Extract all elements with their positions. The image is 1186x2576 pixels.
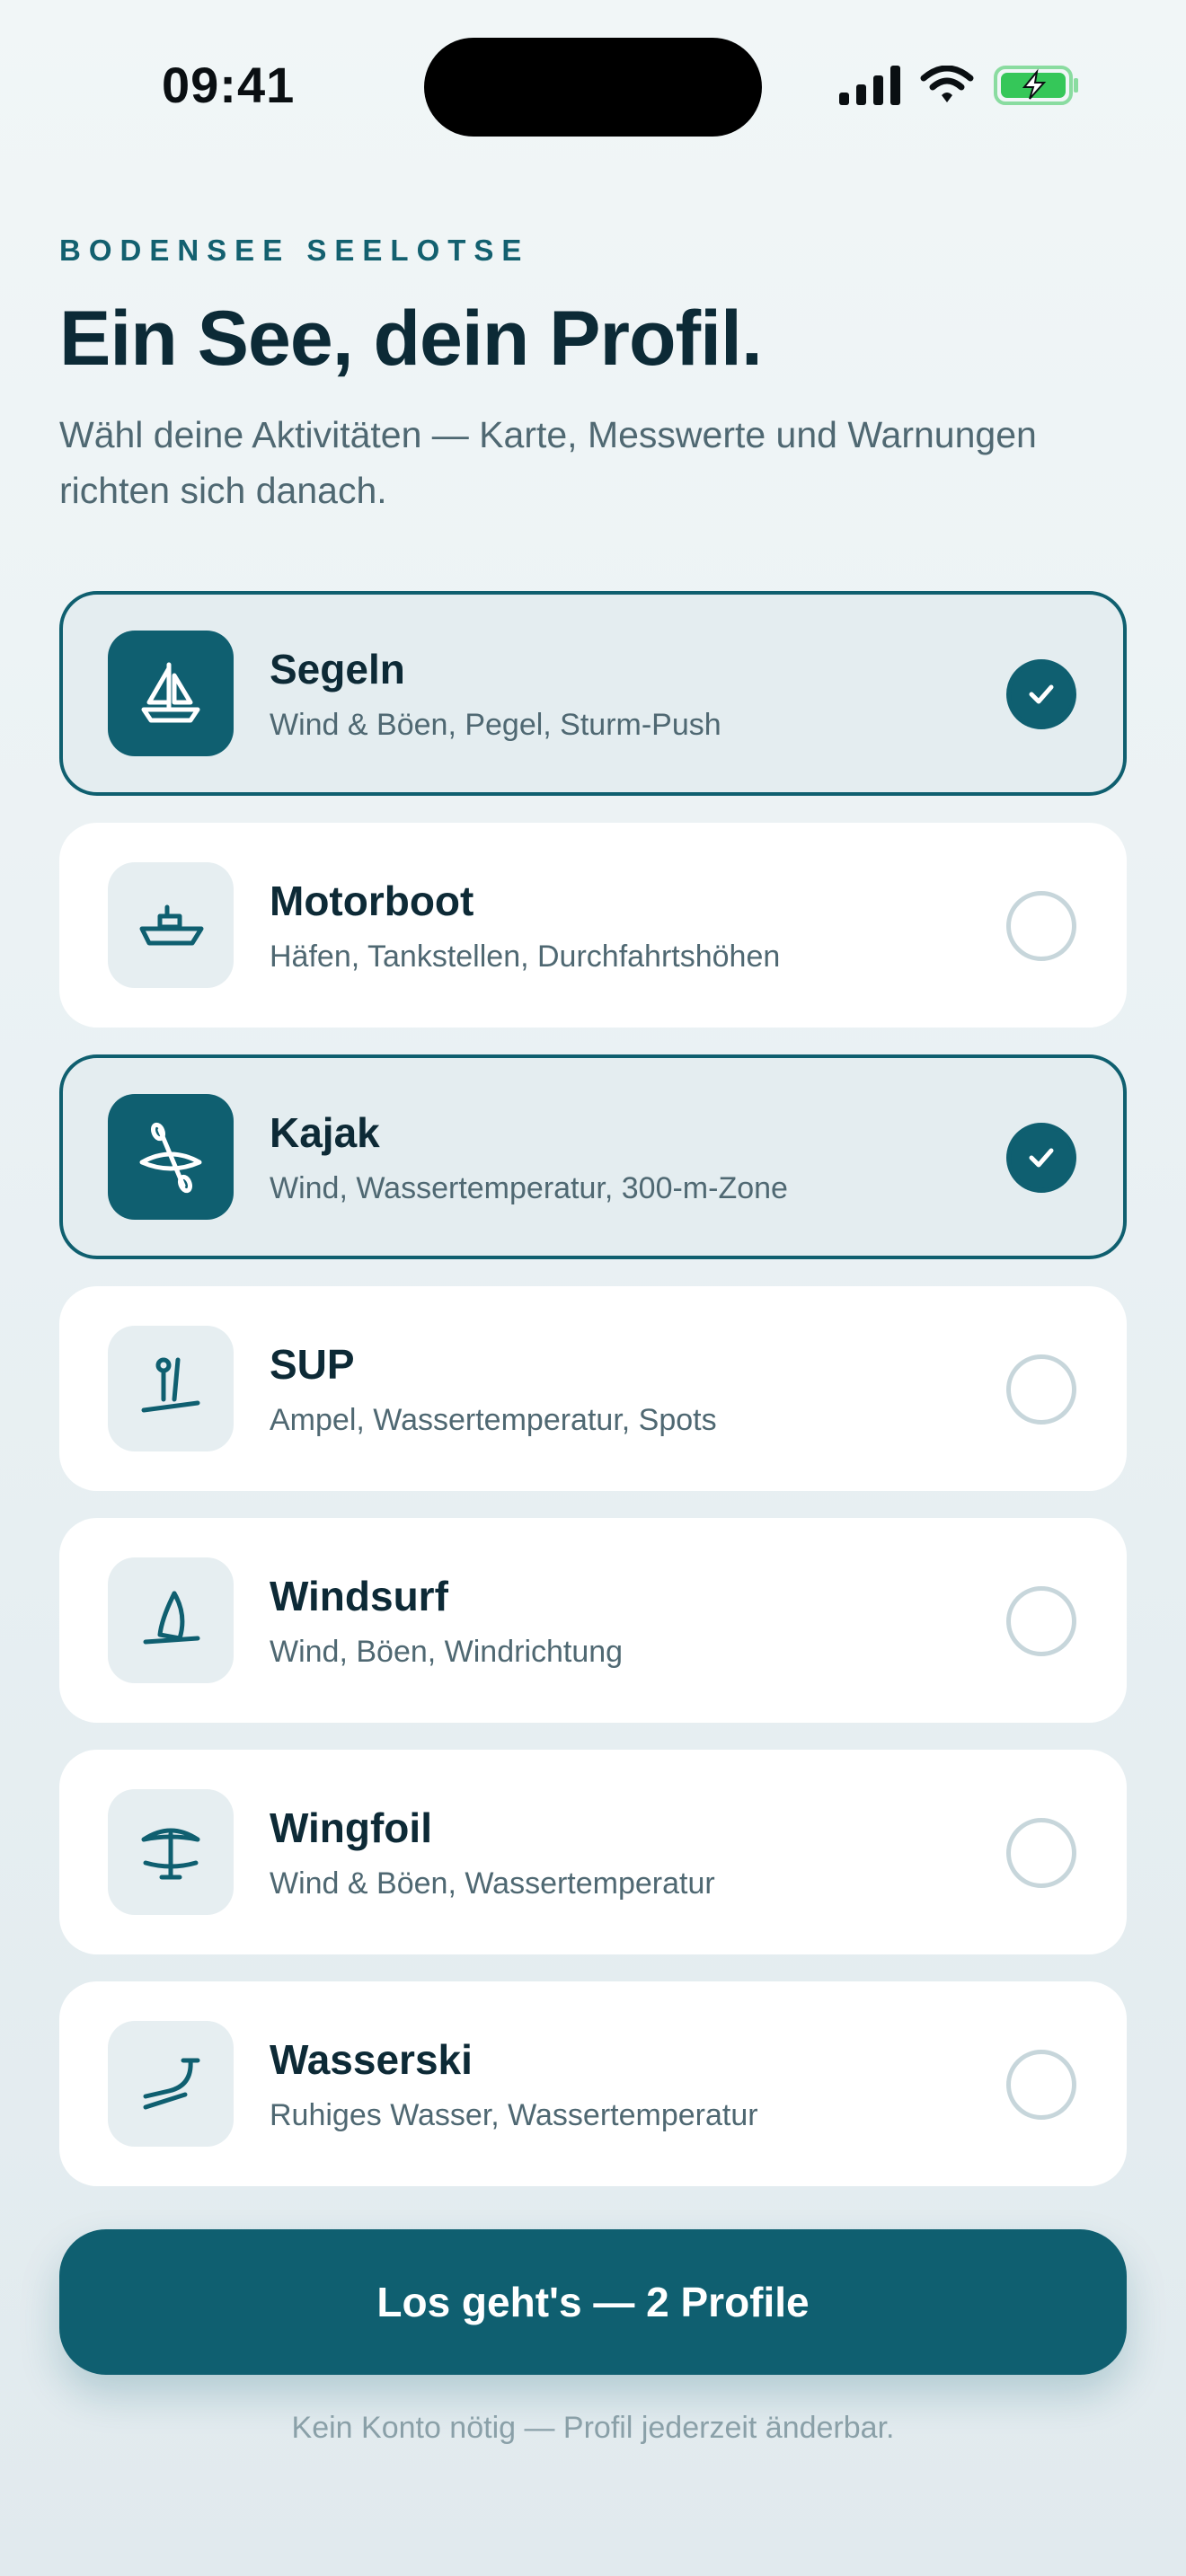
app-eyebrow: BODENSEE SEELOTSE xyxy=(59,234,530,267)
waterski-icon xyxy=(143,2058,200,2110)
activity-description: Ruhiges Wasser, Wassertemperatur xyxy=(270,2098,758,2132)
activity-card-kajak[interactable]: Kajak Wind, Wassertemperatur, 300-m-Zone xyxy=(59,1054,1127,1259)
page-subtitle: Wähl deine Aktivitäten — Karte, Messwert… xyxy=(59,414,1037,511)
battery-charging-icon xyxy=(994,66,1078,105)
status-icons xyxy=(839,63,1080,108)
page-title: Ein See, dein Profil. xyxy=(59,296,763,382)
windsurf-icon-tile xyxy=(108,1557,234,1683)
activity-description: Wind & Böen, Pegel, Sturm-Push xyxy=(270,708,721,742)
selection-checkbox[interactable] xyxy=(1006,2050,1076,2120)
waterski-icon-tile xyxy=(108,2021,234,2147)
start-button[interactable]: Los geht's — 2 Profile xyxy=(59,2229,1127,2375)
activity-card-sup[interactable]: SUP Ampel, Wassertemperatur, Spots xyxy=(59,1286,1127,1491)
dynamic-island xyxy=(424,38,762,137)
activity-title: Motorboot xyxy=(270,878,474,924)
wifi-icon xyxy=(920,66,974,102)
activity-card-motorboot[interactable]: Motorboot Häfen, Tankstellen, Durchfahrt… xyxy=(59,823,1127,1028)
activity-card-wasserski[interactable]: Wasserski Ruhiges Wasser, Wassertemperat… xyxy=(59,1981,1127,2186)
activity-title: Windsurf xyxy=(270,1573,448,1619)
activity-title: Kajak xyxy=(270,1109,380,1156)
windsurf-icon xyxy=(143,1591,200,1645)
footnote: Kein Konto nötig — Profil jederzeit ände… xyxy=(291,2411,895,2445)
selection-checkbox[interactable] xyxy=(1006,1818,1076,1888)
activity-card-segeln[interactable]: Segeln Wind & Böen, Pegel, Sturm-Push xyxy=(59,591,1127,796)
activity-title: Segeln xyxy=(270,646,405,693)
checkmark-icon xyxy=(1029,684,1054,704)
activity-card-windsurf[interactable]: Windsurf Wind, Böen, Windrichtung xyxy=(59,1518,1127,1723)
activity-title: Wasserski xyxy=(270,2036,473,2083)
activity-description: Wind, Böen, Windrichtung xyxy=(270,1635,624,1669)
sailboat-icon xyxy=(141,662,200,723)
status-time: 09:41 xyxy=(162,57,296,113)
activity-description: Wind & Böen, Wassertemperatur xyxy=(270,1866,715,1901)
selection-checkbox[interactable] xyxy=(1006,659,1076,729)
motorboat-icon-tile xyxy=(108,862,234,988)
activity-description: Wind, Wassertemperatur, 300-m-Zone xyxy=(270,1171,788,1205)
status-bar: 09:41 xyxy=(0,0,1186,171)
selection-checkbox[interactable] xyxy=(1006,1123,1076,1193)
cellular-signal-icon xyxy=(839,66,900,105)
kayak-icon-tile xyxy=(108,1094,234,1220)
sup-icon xyxy=(141,1357,200,1413)
sup-icon-tile xyxy=(108,1326,234,1451)
selection-checkbox[interactable] xyxy=(1006,1586,1076,1656)
wingfoil-icon xyxy=(141,1828,200,1880)
activity-card-wingfoil[interactable]: Wingfoil Wind & Böen, Wassertemperatur xyxy=(59,1750,1127,1954)
selection-checkbox[interactable] xyxy=(1006,1354,1076,1425)
header: BODENSEE SEELOTSE Ein See, dein Profil. … xyxy=(59,234,1127,518)
activity-description: Häfen, Tankstellen, Durchfahrtshöhen xyxy=(270,940,781,974)
sailboat-icon-tile xyxy=(108,631,234,756)
activity-title: Wingfoil xyxy=(270,1804,432,1851)
checkmark-icon xyxy=(1029,1148,1054,1168)
activity-title: SUP xyxy=(270,1341,355,1388)
motorboat-icon xyxy=(139,904,204,946)
selection-checkbox[interactable] xyxy=(1006,891,1076,961)
wingfoil-icon-tile xyxy=(108,1789,234,1915)
activity-description: Ampel, Wassertemperatur, Spots xyxy=(270,1403,717,1437)
activity-list: Segeln Wind & Böen, Pegel, Sturm-Push Mo… xyxy=(59,591,1127,2213)
kayak-icon xyxy=(139,1122,202,1194)
